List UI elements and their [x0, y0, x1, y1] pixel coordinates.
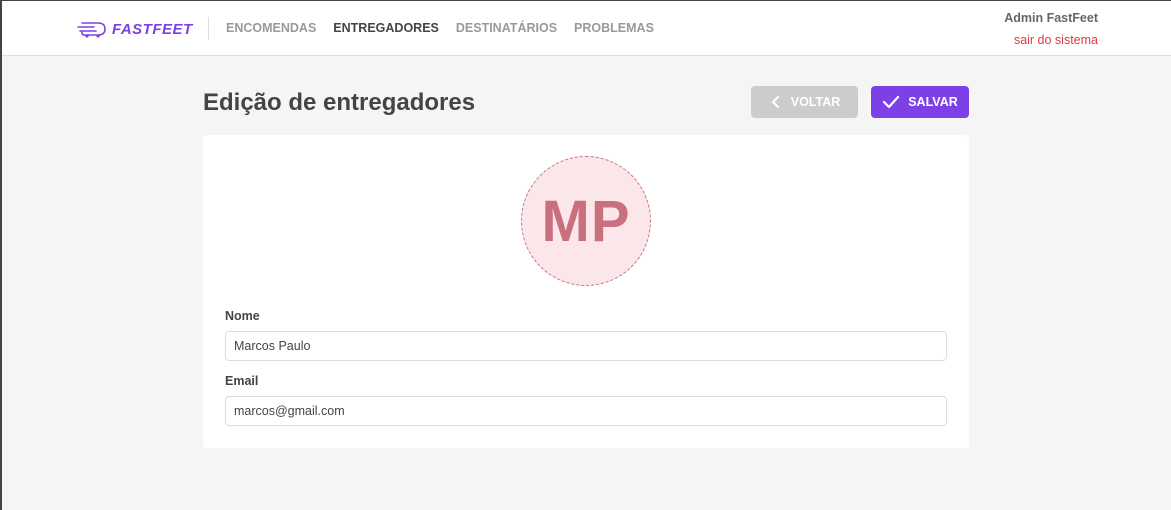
save-button[interactable]: SALVAR: [871, 86, 969, 118]
header-divider: [208, 17, 209, 40]
avatar-initials: MP: [541, 188, 631, 254]
nav-item-entregadores[interactable]: ENTREGADORES: [333, 21, 439, 35]
name-label: Nome: [225, 309, 260, 323]
name-field[interactable]: [225, 331, 947, 361]
delivery-truck-logo-icon: [77, 22, 106, 38]
main-nav: ENCOMENDAS ENTREGADORES DESTINATÁRIOS PR…: [226, 21, 654, 35]
top-header: FASTFEET ENCOMENDAS ENTREGADORES DESTINA…: [2, 1, 1171, 56]
deliveryman-form-card: MP Nome Email: [203, 135, 969, 448]
check-icon: [883, 95, 900, 109]
nav-item-problemas[interactable]: PROBLEMAS: [574, 21, 654, 35]
back-button[interactable]: VOLTAR: [751, 86, 858, 118]
fastfeet-logo[interactable]: FASTFEET: [76, 18, 193, 40]
nav-item-encomendas[interactable]: ENCOMENDAS: [226, 21, 316, 35]
chevron-left-icon: [771, 96, 779, 108]
email-field[interactable]: [225, 396, 947, 426]
save-button-label: SALVAR: [908, 95, 958, 109]
back-button-label: VOLTAR: [790, 95, 841, 109]
email-label: Email: [225, 374, 259, 388]
logo-text: FASTFEET: [112, 20, 193, 38]
user-profile: Admin FastFeet sair do sistema: [1004, 11, 1098, 47]
nav-item-destinatarios[interactable]: DESTINATÁRIOS: [456, 21, 557, 35]
avatar-upload[interactable]: MP: [521, 156, 651, 286]
page-title: Edição de entregadores: [203, 89, 476, 116]
logout-link[interactable]: sair do sistema: [1004, 33, 1098, 47]
profile-name: Admin FastFeet: [1004, 11, 1098, 25]
